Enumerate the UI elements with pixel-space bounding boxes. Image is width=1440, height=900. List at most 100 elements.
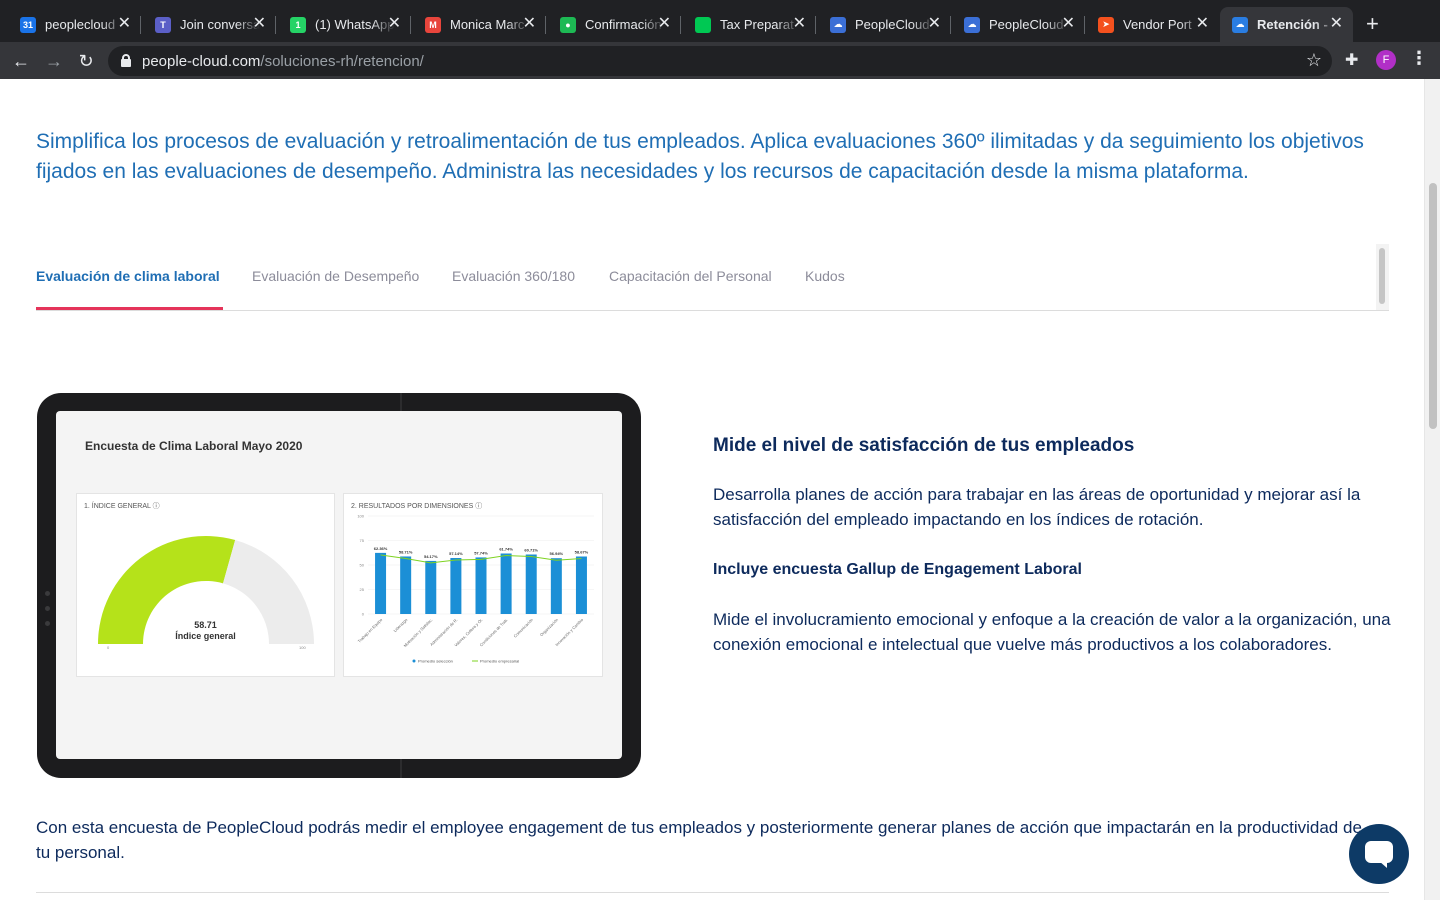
tab-title: Retención -	[1257, 17, 1337, 32]
footer-paragraph: Con esta encuesta de PeopleCloud podrás …	[36, 815, 1376, 865]
tablet-button	[45, 606, 50, 611]
bar-data-label: 58.67%	[575, 550, 589, 555]
gauge-min-label: 0	[107, 645, 109, 650]
browser-tab-bar: 31peoplecloud✕TJoin conversation✕ 1 (1) Wh…	[0, 0, 1440, 42]
tab-title: Vendor Port	[1123, 17, 1203, 32]
category-label: Innovación y Cambio	[554, 617, 584, 647]
page-content: Simplifica los procesos de evaluación y …	[0, 79, 1424, 900]
browser-tab[interactable]: ☁PeopleCloud✕	[952, 7, 1085, 42]
bar	[450, 558, 461, 614]
page-scrollbar-thumb[interactable]	[1429, 183, 1437, 429]
bar	[375, 553, 386, 614]
category-label: Condiciones de Trab.	[479, 617, 509, 647]
gauge-chart	[77, 494, 336, 678]
tab-title: Join conversation	[180, 17, 260, 32]
bar-data-label: 57.74%	[474, 550, 488, 555]
profile-avatar[interactable]: F	[1376, 50, 1396, 70]
lock-icon[interactable]	[121, 54, 131, 67]
back-button[interactable]: ←	[10, 50, 32, 72]
bar-data-label: 61.74%	[499, 546, 513, 551]
tab-title: (1) WhatsApp	[315, 17, 395, 32]
tab-favicon-icon: 31	[20, 17, 36, 33]
bar-data-label: 56.94%	[550, 551, 564, 556]
bar-data-label: 58.71%	[399, 549, 413, 554]
page-scrollbar[interactable]	[1424, 79, 1440, 900]
bar	[476, 557, 487, 614]
browser-tab[interactable]: 1 (1) WhatsApp✕	[278, 7, 411, 42]
bar	[551, 558, 562, 614]
tab-favicon-icon: ●	[560, 17, 576, 33]
tab-title: PeopleCloud	[855, 17, 935, 32]
bar-data-label: 62.36%	[374, 546, 388, 551]
tab-close-icon[interactable]: ✕	[793, 16, 806, 32]
tablet-mockup: Encuesta de Clima Laboral Mayo 2020 1. Í…	[37, 393, 641, 778]
legend-selection-marker	[413, 660, 416, 663]
browser-tab[interactable]: Tax Preparat✕	[683, 7, 816, 42]
y-tick-label: 25	[360, 587, 365, 592]
tab-title: Tax Preparat	[720, 17, 800, 32]
browser-tab[interactable]: ☁ Retención -✕	[1220, 7, 1353, 42]
reload-button[interactable]: ↻	[75, 50, 97, 72]
section-tab[interactable]: Evaluación de clima laboral	[36, 268, 220, 284]
legend-enterprise-label: Promedio empresarial	[480, 659, 519, 664]
tab-close-icon[interactable]: ✕	[1330, 16, 1343, 32]
bar	[425, 561, 436, 614]
tab-close-icon[interactable]: ✕	[523, 16, 536, 32]
section-tab[interactable]: Evaluación 360/180	[452, 268, 575, 284]
tab-close-icon[interactable]: ✕	[1062, 16, 1075, 32]
tablet-button	[45, 621, 50, 626]
intro-paragraph: Simplifica los procesos de evaluación y …	[36, 127, 1396, 187]
dimensions-bar-chart: 100755025062.36%Trabajo en Equipo58.71%L…	[344, 494, 604, 678]
tab-close-icon[interactable]: ✕	[253, 16, 266, 32]
y-tick-label: 100	[357, 514, 364, 519]
tabs-scrollbar[interactable]	[1376, 244, 1389, 310]
browser-tab[interactable]: ➤Vendor Port✕	[1086, 7, 1219, 42]
gauge-value: 58.71	[77, 620, 334, 630]
y-tick-label: 50	[360, 563, 365, 568]
gauge-label: Índice general	[77, 631, 334, 641]
bookmark-star-icon[interactable]: ☆	[1306, 50, 1322, 71]
section-tab[interactable]: Kudos	[805, 268, 845, 284]
browser-tab[interactable]: ● Confirmación✕	[548, 7, 681, 42]
browser-tab[interactable]: MMonica Marc✕	[413, 7, 546, 42]
address-bar[interactable]: people-cloud.com/soluciones-rh/retencion…	[108, 46, 1332, 76]
chat-bubble-icon	[1365, 841, 1393, 863]
bar	[576, 557, 587, 614]
tab-favicon-icon: ☁	[830, 17, 846, 33]
section-tab[interactable]: Capacitación del Personal	[609, 268, 772, 284]
new-tab-button[interactable]: +	[1366, 13, 1379, 35]
bar-data-label: 54.17%	[424, 554, 438, 559]
browser-tab[interactable]: TJoin conversation✕	[143, 7, 276, 42]
section-paragraph-1: Desarrolla planes de acción para trabaja…	[713, 482, 1393, 532]
browser-toolbar: ← → ↻ people-cloud.com/soluciones-rh/ret…	[0, 42, 1440, 79]
browser-tab[interactable]: ☁ PeopleCloud✕	[818, 7, 951, 42]
browser-tab[interactable]: 31peoplecloud✕	[8, 7, 141, 42]
forward-button[interactable]: →	[43, 50, 65, 72]
category-label: Liderazgo	[392, 617, 409, 634]
tab-close-icon[interactable]: ✕	[928, 16, 941, 32]
tab-close-icon[interactable]: ✕	[388, 16, 401, 32]
divider	[36, 892, 1389, 893]
browser-menu-icon[interactable]: ⋮	[1410, 48, 1428, 69]
tab-favicon-icon: ☁	[964, 17, 980, 33]
tab-favicon-icon: M	[425, 17, 441, 33]
bar	[501, 553, 512, 614]
tab-close-icon[interactable]: ✕	[118, 16, 131, 32]
chat-button[interactable]	[1349, 824, 1409, 884]
extensions-icon[interactable]: ✚	[1345, 50, 1358, 70]
section-tab[interactable]: Evaluación de Desempeño	[252, 268, 419, 284]
tab-favicon-icon: 1	[290, 17, 306, 33]
section-paragraph-2: Mide el involucramiento emocional y enfo…	[713, 607, 1393, 657]
tab-favicon-icon: ☁	[1232, 17, 1248, 33]
section-subheading: Incluye encuesta Gallup de Engagement La…	[713, 561, 1082, 579]
tab-favicon-icon	[695, 17, 711, 33]
bar	[400, 556, 411, 614]
tab-close-icon[interactable]: ✕	[658, 16, 671, 32]
category-label: Organización	[539, 617, 559, 637]
tab-close-icon[interactable]: ✕	[1196, 16, 1209, 32]
gauge-max-label: 100	[299, 645, 306, 650]
url-text[interactable]: people-cloud.com/soluciones-rh/retencion…	[142, 53, 424, 70]
dashboard-title: Encuesta de Clima Laboral Mayo 2020	[85, 439, 302, 453]
tab-title: Confirmación	[585, 17, 665, 32]
y-tick-label: 75	[360, 538, 365, 543]
